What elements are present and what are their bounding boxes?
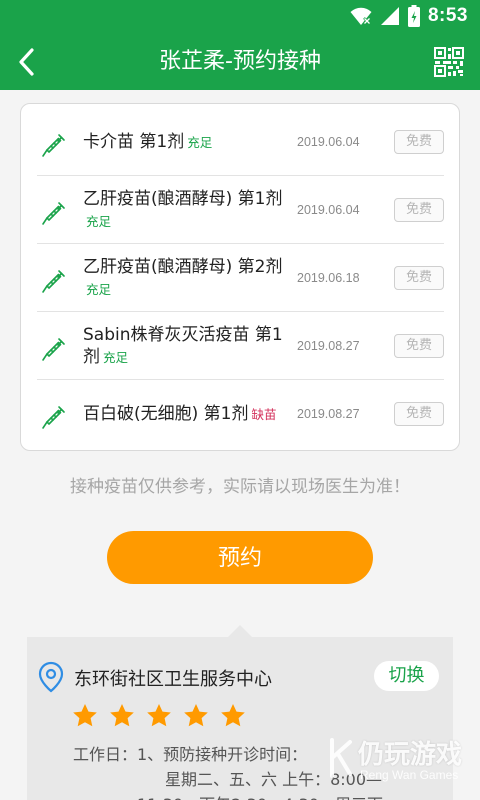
wifi-icon xyxy=(350,7,372,26)
stock-status: 充足 xyxy=(103,349,129,365)
page-title: 张芷柔-预约接种 xyxy=(159,49,321,74)
price-badge: 免费 xyxy=(394,334,444,358)
vaccine-name: Sabin株脊灰灭活疫苗 第1剂 充足 xyxy=(83,324,283,367)
syringe-icon xyxy=(42,134,65,157)
watermark-subtext: Reng Wan Games xyxy=(360,768,459,782)
vaccine-list: 卡介苗 第1剂 充足 2019.06.04 免费 乙肝疫苗(酿酒酵母) 第1剂充足… xyxy=(20,103,460,451)
price-badge: 免费 xyxy=(394,198,444,222)
vaccine-name: 乙肝疫苗(酿酒酵母) 第2剂充足 xyxy=(83,256,283,297)
stock-status: 缺苗 xyxy=(251,406,277,422)
vaccine-date: 2019.06.18 xyxy=(297,271,360,285)
rating-stars xyxy=(72,703,246,728)
vaccine-name: 百白破(无细胞) 第1剂 缺苗 xyxy=(83,403,277,424)
star-icon xyxy=(73,704,97,727)
syringe-icon xyxy=(42,338,65,361)
location-pin-icon xyxy=(38,661,64,693)
star-icon xyxy=(221,704,245,727)
signal-icon xyxy=(380,7,399,25)
status-bar: 8:53 xyxy=(0,0,480,34)
star-icon xyxy=(184,704,208,727)
vaccine-row[interactable]: 乙肝疫苗(酿酒酵母) 第1剂充足 2019.06.04 免费 xyxy=(37,176,444,244)
switch-clinic-button[interactable]: 切换 xyxy=(374,661,439,691)
qr-code-icon xyxy=(434,47,464,77)
vaccine-date: 2019.08.27 xyxy=(297,339,360,353)
disclaimer-text: 接种疫苗仅供参考，实际请以现场医生为准！ xyxy=(70,477,410,497)
vaccine-name: 卡介苗 第1剂 充足 xyxy=(83,131,213,152)
price-badge: 免费 xyxy=(394,402,444,426)
vaccine-row[interactable]: 卡介苗 第1剂 充足 2019.06.04 免费 xyxy=(37,108,444,176)
book-button[interactable]: 预约 xyxy=(107,531,373,584)
stock-status: 充足 xyxy=(86,281,112,297)
app-bar: 张芷柔-预约接种 xyxy=(0,34,480,90)
stock-status: 充足 xyxy=(86,213,112,229)
star-icon xyxy=(110,704,134,727)
vaccine-row[interactable]: 百白破(无细胞) 第1剂 缺苗 2019.08.27 免费 xyxy=(37,380,444,448)
clinic-name: 东环街社区卫生服务中心 xyxy=(74,669,272,690)
star-icon xyxy=(147,704,171,727)
battery-icon xyxy=(407,5,420,27)
stock-status: 充足 xyxy=(187,134,213,150)
vaccine-date: 2019.08.27 xyxy=(297,407,360,421)
syringe-icon xyxy=(42,202,65,225)
status-time: 8:53 xyxy=(427,5,468,26)
vaccine-date: 2019.06.04 xyxy=(297,203,360,217)
watermark-logo-icon xyxy=(330,738,352,778)
watermark: 仍玩游戏 Reng Wan Games xyxy=(328,734,478,794)
watermark-text: 仍玩游戏 xyxy=(358,740,463,770)
vaccine-row[interactable]: 乙肝疫苗(酿酒酵母) 第2剂充足 2019.06.18 免费 xyxy=(37,244,444,312)
vaccine-row[interactable]: Sabin株脊灰灭活疫苗 第1剂 充足 2019.08.27 免费 xyxy=(37,312,444,380)
panel-caret xyxy=(228,625,252,637)
vaccine-name: 乙肝疫苗(酿酒酵母) 第1剂充足 xyxy=(83,188,283,229)
qr-code-button[interactable] xyxy=(430,43,468,81)
vaccine-date: 2019.06.04 xyxy=(297,135,360,149)
price-badge: 免费 xyxy=(394,266,444,290)
syringe-icon xyxy=(42,406,65,429)
price-badge: 免费 xyxy=(394,130,444,154)
syringe-icon xyxy=(42,270,65,293)
